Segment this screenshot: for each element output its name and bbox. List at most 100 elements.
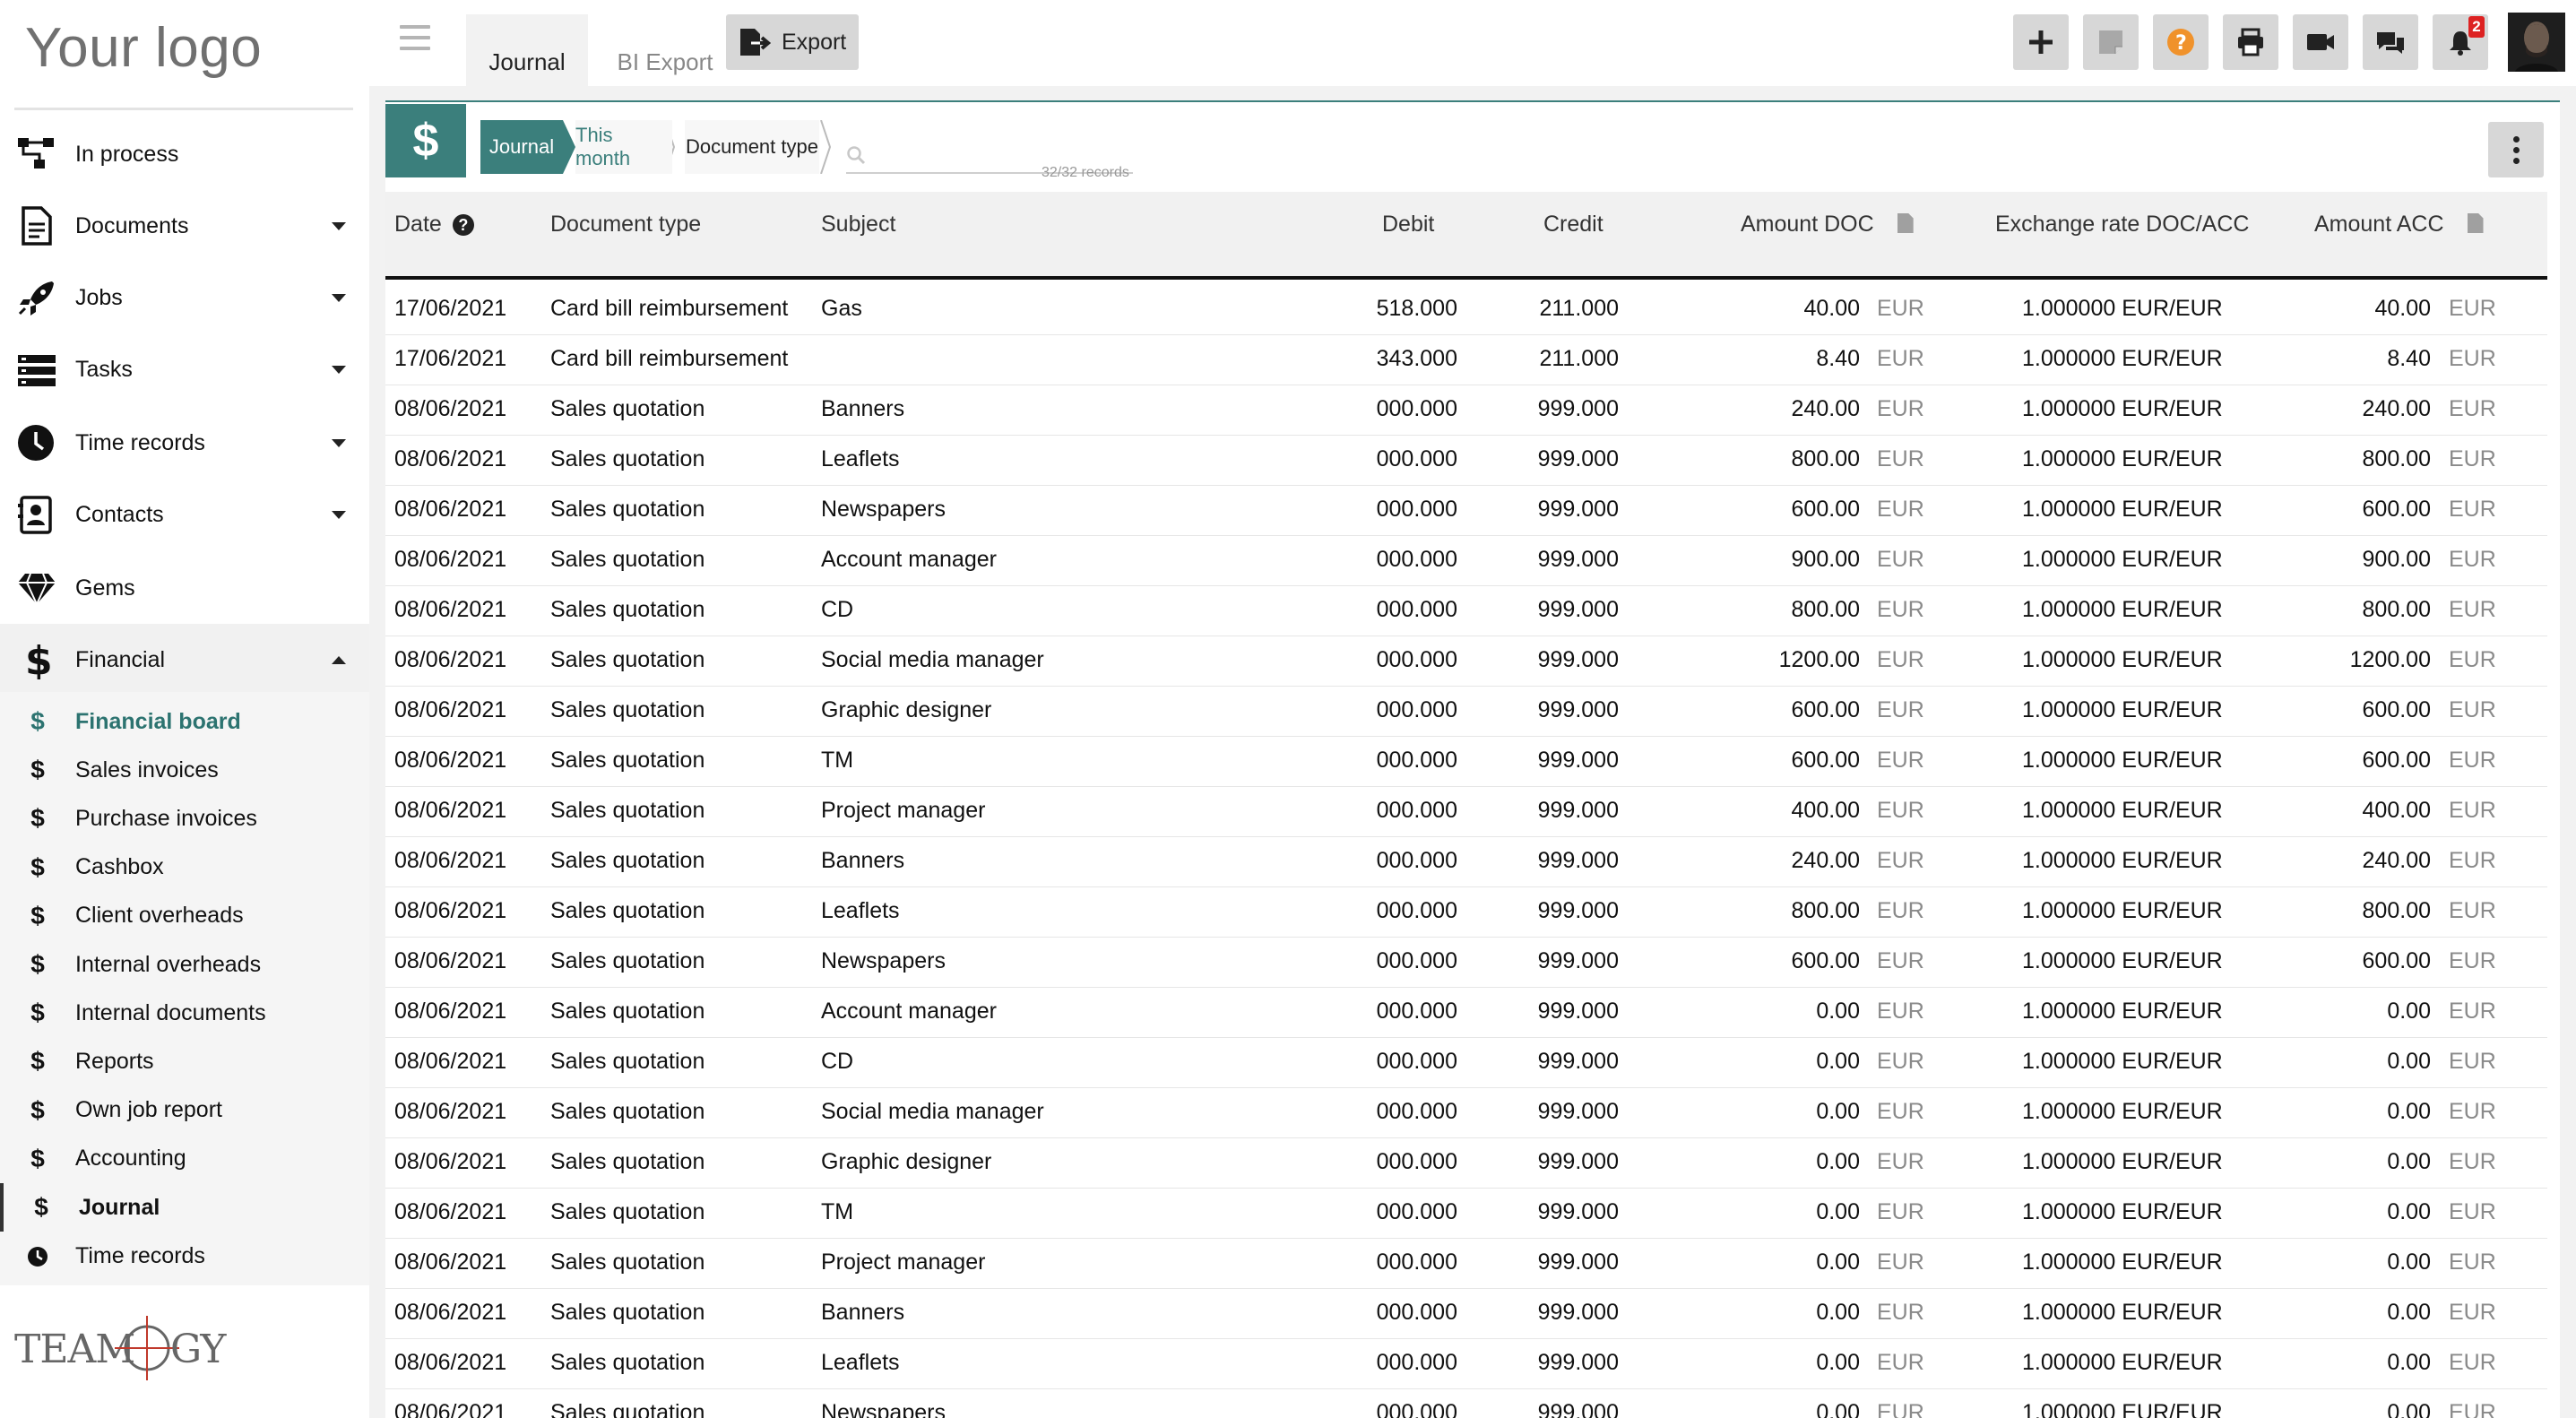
dollar-icon: $ bbox=[30, 756, 45, 784]
video-call-button[interactable] bbox=[2293, 14, 2348, 70]
sidebar-subitem-purchase-invoices[interactable]: $ Purchase invoices bbox=[0, 794, 369, 843]
breadcrumb-document-type[interactable]: Document type bbox=[685, 120, 819, 174]
cell-currency-acc: EUR bbox=[2449, 547, 2496, 572]
chat-button[interactable] bbox=[2363, 14, 2418, 70]
print-button[interactable] bbox=[2223, 14, 2278, 70]
sidebar-item-time-records[interactable]: Time records bbox=[0, 407, 369, 479]
cell-debit: 000.000 bbox=[1376, 848, 1457, 873]
cell-amount-acc: 240.00 bbox=[2362, 396, 2431, 421]
cell-credit: 999.000 bbox=[1537, 446, 1619, 471]
column-amount-doc[interactable]: Amount DOC bbox=[1741, 212, 1914, 238]
cell-currency-doc: EUR bbox=[1877, 1300, 1924, 1325]
column-debit[interactable]: Debit bbox=[1382, 212, 1434, 238]
cell-document-type: Sales quotation bbox=[550, 999, 705, 1024]
column-subject[interactable]: Subject bbox=[821, 212, 895, 238]
table-row[interactable]: 08/06/2021 Sales quotation Graphic designe… bbox=[385, 1138, 2547, 1189]
sidebar-item-financial[interactable]: $ Financial bbox=[0, 624, 369, 696]
help-button[interactable]: ? bbox=[2153, 14, 2209, 70]
column-amount-acc[interactable]: Amount ACC bbox=[2314, 212, 2484, 238]
table-row[interactable]: 08/06/2021 Sales quotation Social media ma… bbox=[385, 1088, 2547, 1138]
breadcrumb-this-month[interactable]: This month bbox=[575, 120, 672, 174]
sidebar-subitem-label: Accounting bbox=[75, 1146, 186, 1172]
table-row[interactable]: 08/06/2021 Sales quotation TM 000.000 999.00… bbox=[385, 1189, 2547, 1239]
cell-date: 08/06/2021 bbox=[394, 446, 507, 471]
table-row[interactable]: 08/06/2021 Sales quotation Account manager… bbox=[385, 988, 2547, 1038]
sidebar-subitem-time-records[interactable]: Time records bbox=[0, 1232, 369, 1280]
export-button[interactable]: Export bbox=[726, 14, 859, 70]
table-row[interactable]: 08/06/2021 Sales quotation Newspapers 000.0… bbox=[385, 938, 2547, 988]
cell-currency-doc: EUR bbox=[1877, 1249, 1924, 1275]
table-row[interactable]: 08/06/2021 Sales quotation CD 000.000 999.00… bbox=[385, 586, 2547, 636]
sidebar-item-jobs[interactable]: Jobs bbox=[0, 262, 369, 333]
more-options-button[interactable] bbox=[2488, 122, 2544, 177]
cell-debit: 000.000 bbox=[1376, 748, 1457, 773]
cell-currency-acc: EUR bbox=[2449, 1199, 2496, 1224]
cell-currency-doc: EUR bbox=[1877, 898, 1924, 923]
table-row[interactable]: 08/06/2021 Sales quotation Leaflets 000.000… bbox=[385, 436, 2547, 486]
table-row[interactable]: 08/06/2021 Sales quotation Banners 000.000 9… bbox=[385, 837, 2547, 887]
table-row[interactable]: 17/06/2021 Card bill reimbursement 343.000… bbox=[385, 335, 2547, 385]
cell-date: 08/06/2021 bbox=[394, 547, 507, 572]
help-icon[interactable]: ? bbox=[452, 214, 474, 236]
table-row[interactable]: 08/06/2021 Sales quotation Project manager… bbox=[385, 1239, 2547, 1289]
column-date[interactable]: Date? bbox=[394, 212, 474, 238]
table-row[interactable]: 08/06/2021 Sales quotation Graphic designe… bbox=[385, 687, 2547, 737]
user-photo-icon bbox=[2508, 13, 2565, 72]
cell-amount-acc: 0.00 bbox=[2387, 1400, 2431, 1418]
sidebar-subitem-journal[interactable]: $ Journal bbox=[0, 1183, 369, 1232]
cell-amount-doc: 400.00 bbox=[1791, 798, 1860, 823]
add-button[interactable] bbox=[2013, 14, 2069, 70]
table-row[interactable]: 08/06/2021 Sales quotation TM 000.000 999.00… bbox=[385, 737, 2547, 787]
sidebar-item-in-process[interactable]: In process bbox=[0, 118, 369, 190]
column-document-type[interactable]: Document type bbox=[550, 212, 701, 238]
cell-subject: Gas bbox=[821, 296, 862, 321]
sidebar-subitem-internal-documents[interactable]: $ Internal documents bbox=[0, 989, 369, 1037]
cell-debit: 000.000 bbox=[1376, 647, 1457, 672]
cell-date: 08/06/2021 bbox=[394, 1049, 507, 1074]
table-row[interactable]: 08/06/2021 Sales quotation Banners 000.000 9… bbox=[385, 385, 2547, 436]
kebab-menu-icon bbox=[2513, 136, 2520, 143]
tab-bi-export[interactable]: BI Export bbox=[593, 14, 737, 86]
table-row[interactable]: 17/06/2021 Card bill reimbursement Gas 518.… bbox=[385, 285, 2547, 335]
breadcrumb-journal[interactable]: Journal bbox=[480, 120, 575, 174]
cell-subject: Leaflets bbox=[821, 898, 900, 923]
sidebar-subitem-client-overheads[interactable]: $ Client overheads bbox=[0, 892, 369, 940]
sidebar-item-tasks[interactable]: Tasks bbox=[0, 333, 369, 405]
cell-amount-doc: 600.00 bbox=[1791, 497, 1860, 522]
table-row[interactable]: 08/06/2021 Sales quotation Project manager… bbox=[385, 787, 2547, 837]
table-row[interactable]: 08/06/2021 Sales quotation Leaflets 000.000… bbox=[385, 1339, 2547, 1389]
table-row[interactable]: 08/06/2021 Sales quotation CD 000.000 999.00… bbox=[385, 1038, 2547, 1088]
table-row[interactable]: 08/06/2021 Sales quotation Account manager… bbox=[385, 536, 2547, 586]
tab-journal[interactable]: Journal bbox=[466, 14, 588, 86]
table-row[interactable]: 08/06/2021 Sales quotation Social media ma… bbox=[385, 636, 2547, 687]
notifications-button[interactable]: 2 bbox=[2433, 14, 2488, 70]
sidebar-item-contacts[interactable]: Contacts bbox=[0, 479, 369, 550]
sidebar-item-label: In process bbox=[75, 141, 179, 167]
avatar[interactable] bbox=[2508, 13, 2565, 72]
sidebar-subitem-own-job-report[interactable]: $ Own job report bbox=[0, 1086, 369, 1135]
table-row[interactable]: 08/06/2021 Sales quotation Leaflets 000.000… bbox=[385, 887, 2547, 938]
sidebar-item-gems[interactable]: Gems bbox=[0, 552, 369, 624]
table-row[interactable]: 08/06/2021 Sales quotation Newspapers 000.0… bbox=[385, 1389, 2547, 1418]
sidebar-subitem-cashbox[interactable]: $ Cashbox bbox=[0, 843, 369, 892]
dollar-icon: $ bbox=[25, 640, 53, 679]
cell-exchange-rate: 1.000000 EUR/EUR bbox=[2022, 446, 2223, 471]
contact-card-icon bbox=[18, 496, 52, 534]
cell-date: 08/06/2021 bbox=[394, 1249, 507, 1275]
sidebar-subitem-accounting[interactable]: $ Accounting bbox=[0, 1135, 369, 1183]
sidebar-subitem-reports[interactable]: $ Reports bbox=[0, 1037, 369, 1085]
sidebar-subitem-financial-board[interactable]: $ Financial board bbox=[0, 697, 369, 746]
table-row[interactable]: 08/06/2021 Sales quotation Banners 000.000 9… bbox=[385, 1289, 2547, 1339]
cell-subject: TM bbox=[821, 1199, 854, 1224]
menu-icon[interactable] bbox=[400, 25, 430, 56]
column-exchange-rate[interactable]: Exchange rate DOC/ACC bbox=[1995, 212, 2249, 238]
sidebar-subitem-sales-invoices[interactable]: $ Sales invoices bbox=[0, 746, 369, 794]
cell-exchange-rate: 1.000000 EUR/EUR bbox=[2022, 597, 2223, 622]
column-credit[interactable]: Credit bbox=[1543, 212, 1604, 238]
sidebar-subitem-internal-overheads[interactable]: $ Internal overheads bbox=[0, 940, 369, 989]
sidebar-item-documents[interactable]: Documents bbox=[0, 190, 369, 262]
cell-currency-doc: EUR bbox=[1877, 497, 1924, 522]
notes-button[interactable] bbox=[2083, 14, 2139, 70]
table-row[interactable]: 08/06/2021 Sales quotation Newspapers 000.0… bbox=[385, 486, 2547, 536]
cell-subject: Newspapers bbox=[821, 948, 946, 973]
